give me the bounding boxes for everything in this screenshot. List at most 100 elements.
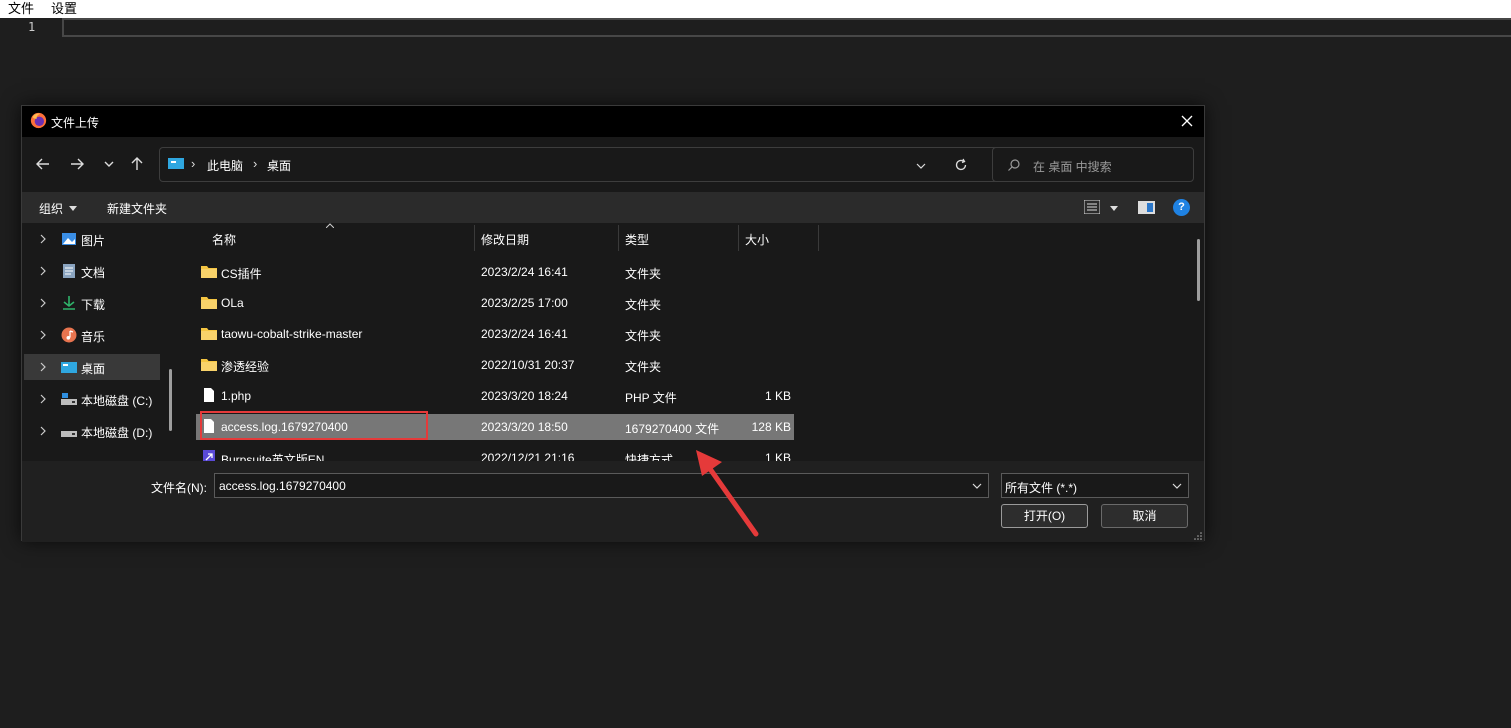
file-row[interactable]: taowu-cobalt-strike-master 2023/2/24 16:…	[196, 321, 794, 347]
menubar: 文件 设置	[0, 0, 1511, 18]
column-modified[interactable]: 修改日期	[481, 231, 529, 248]
download-icon	[63, 296, 75, 310]
file-modified: 2023/3/20 18:24	[481, 389, 568, 403]
back-arrow-icon[interactable]	[34, 155, 52, 173]
chevron-right-icon[interactable]	[39, 266, 47, 276]
navigation-bar: › 此电脑 › 桌面 在 桌面 中搜索	[22, 137, 1204, 192]
file-row[interactable]: 1.php 2023/3/20 18:24 PHP 文件 1 KB	[196, 383, 794, 409]
view-caret-icon[interactable]	[1110, 206, 1118, 211]
file-size: 1 KB	[764, 389, 791, 403]
file-name: CS插件	[221, 267, 262, 281]
refresh-icon[interactable]	[954, 158, 968, 172]
column-type[interactable]: 类型	[625, 231, 649, 248]
recent-locations-chevron-icon[interactable]	[100, 155, 118, 173]
column-size[interactable]: 大小	[745, 231, 769, 248]
chevron-right-icon[interactable]	[39, 426, 47, 436]
file-icon	[204, 388, 214, 402]
file-name: 1.php	[221, 389, 252, 403]
file-type: PHP 文件	[625, 391, 677, 405]
file-list-scrollbar[interactable]	[1197, 239, 1200, 301]
breadcrumb-desktop[interactable]: 桌面	[267, 157, 291, 174]
search-box[interactable]: 在 桌面 中搜索	[992, 147, 1194, 182]
view-options-icon[interactable]	[1084, 200, 1100, 214]
file-list: 名称 修改日期 类型 大小 CS插件 2023/2/24 16:41 文件夹 O…	[180, 223, 1206, 467]
file-row[interactable]: CS插件 2023/2/24 16:41 文件夹	[196, 259, 794, 285]
menu-settings[interactable]: 设置	[51, 1, 77, 17]
this-pc-icon	[168, 158, 184, 169]
documents-icon	[63, 264, 75, 278]
desktop-icon	[61, 362, 77, 373]
filename-label: 文件名(N):	[151, 481, 207, 495]
file-modified: 2023/2/24 16:41	[481, 327, 568, 341]
cancel-button[interactable]: 取消	[1101, 504, 1188, 528]
file-type: 1679270400 文件	[625, 422, 720, 436]
sidebar-item-label: 桌面	[81, 362, 106, 376]
preview-pane-icon[interactable]	[1138, 201, 1155, 214]
line-number: 1	[28, 20, 36, 34]
chevron-right-icon[interactable]	[39, 234, 47, 244]
firefox-icon	[30, 112, 47, 129]
column-divider[interactable]	[618, 225, 619, 251]
file-type-select[interactable]: 所有文件 (*.*)	[1001, 473, 1189, 498]
command-bar: 组织 新建文件夹 ?	[22, 192, 1204, 223]
sort-ascending-icon	[326, 223, 334, 228]
file-row[interactable]: 渗透经验 2022/10/31 20:37 文件夹	[196, 352, 794, 378]
file-name: OLa	[221, 296, 244, 310]
sidebar-item-drive-c[interactable]: 本地磁盘 (C:)	[24, 386, 160, 412]
breadcrumb-separator: ›	[253, 156, 258, 171]
organize-caret-icon[interactable]	[69, 206, 77, 211]
music-icon	[61, 327, 77, 343]
drive-c-icon	[61, 393, 77, 405]
forward-arrow-icon[interactable]	[68, 155, 86, 173]
sidebar-item-label: 本地磁盘 (D:)	[81, 426, 153, 440]
file-row-selected[interactable]: access.log.1679270400 2023/3/20 18:50 16…	[196, 411, 794, 440]
file-row[interactable]: OLa 2023/2/25 17:00 文件夹	[196, 290, 794, 316]
file-size: 128 KB	[751, 420, 791, 434]
navigation-pane: 图片 文档 下载 音乐 桌面 本地磁盘 (C:) 本地磁盘 (D:)	[22, 223, 180, 461]
folder-icon	[201, 359, 217, 371]
help-icon[interactable]: ?	[1173, 199, 1190, 216]
pictures-icon	[62, 233, 76, 245]
column-divider[interactable]	[474, 225, 475, 251]
breadcrumb-this-pc[interactable]: 此电脑	[207, 157, 243, 174]
sidebar-scrollbar[interactable]	[169, 369, 172, 431]
column-divider[interactable]	[818, 225, 819, 251]
resize-grip-icon[interactable]	[1194, 532, 1202, 540]
annotation-highlight-box	[200, 411, 428, 440]
chevron-down-icon[interactable]	[972, 483, 982, 490]
close-icon[interactable]	[1178, 112, 1196, 130]
search-icon	[1008, 159, 1020, 171]
sidebar-item-music[interactable]: 音乐	[24, 322, 160, 348]
file-name: 渗透经验	[221, 360, 270, 374]
chevron-right-icon[interactable]	[39, 330, 47, 340]
file-upload-dialog: 文件上传 › 此电脑 › 桌面 在 桌面 中搜索 组织 新建文件夹 ? 图片 文…	[21, 105, 1206, 542]
file-modified: 2023/3/20 18:50	[481, 420, 568, 434]
up-arrow-icon[interactable]	[128, 155, 146, 173]
sidebar-item-desktop[interactable]: 桌面	[24, 354, 160, 380]
chevron-right-icon[interactable]	[39, 362, 47, 372]
address-bar[interactable]: › 此电脑 › 桌面	[159, 147, 999, 182]
file-type: 文件夹	[625, 298, 662, 312]
dialog-title: 文件上传	[51, 116, 100, 130]
column-name[interactable]: 名称	[212, 231, 236, 248]
menu-file[interactable]: 文件	[8, 1, 34, 17]
chevron-down-icon[interactable]	[1172, 483, 1182, 490]
sidebar-item-label: 本地磁盘 (C:)	[81, 394, 153, 408]
chevron-right-icon[interactable]	[39, 394, 47, 404]
folder-icon	[201, 266, 217, 278]
sidebar-item-pictures[interactable]: 图片	[24, 226, 160, 252]
annotation-arrow-icon	[696, 450, 759, 537]
new-folder-button[interactable]: 新建文件夹	[107, 200, 167, 217]
open-button[interactable]: 打开(O)	[1001, 504, 1088, 528]
sidebar-item-documents[interactable]: 文档	[24, 258, 160, 284]
address-dropdown-icon[interactable]	[916, 162, 926, 170]
filename-input[interactable]: access.log.1679270400	[214, 473, 989, 498]
editor-current-line[interactable]	[62, 18, 1511, 37]
sidebar-item-downloads[interactable]: 下载	[24, 290, 160, 316]
organize-button[interactable]: 组织	[39, 200, 63, 217]
column-divider[interactable]	[738, 225, 739, 251]
chevron-right-icon[interactable]	[39, 298, 47, 308]
sidebar-item-label: 图片	[81, 234, 106, 248]
file-modified: 2023/2/25 17:00	[481, 296, 568, 310]
sidebar-item-drive-d[interactable]: 本地磁盘 (D:)	[24, 418, 160, 444]
